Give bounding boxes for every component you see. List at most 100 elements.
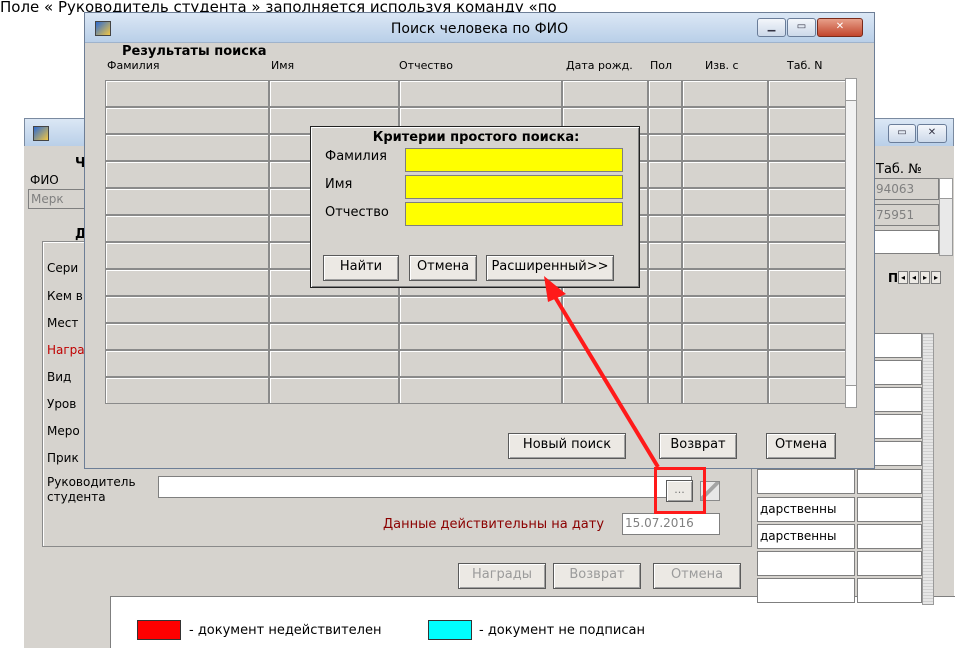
results-grid-cell[interactable] <box>105 269 269 296</box>
legend-red-swatch <box>137 620 181 640</box>
first-record-icon[interactable]: ◂ <box>898 271 908 284</box>
minimize-icon[interactable]: ▁ <box>757 18 786 37</box>
results-grid-cell[interactable] <box>105 350 269 377</box>
criteria-patronymic-label: Отчество <box>325 205 389 220</box>
maximize-icon[interactable]: ▭ <box>787 18 816 37</box>
results-grid-cell[interactable] <box>768 215 847 242</box>
results-grid-cell[interactable] <box>682 323 768 350</box>
criteria-cancel-button[interactable]: Отмена <box>409 255 477 281</box>
results-grid-cell[interactable] <box>648 188 682 215</box>
results-grid-cell[interactable] <box>768 242 847 269</box>
results-grid-cell[interactable] <box>768 134 847 161</box>
results-grid-cell[interactable] <box>768 188 847 215</box>
right-grid-cell[interactable] <box>857 469 922 494</box>
results-grid-cell[interactable] <box>269 296 399 323</box>
results-grid-cell[interactable] <box>682 107 768 134</box>
criteria-name-input[interactable] <box>405 175 623 199</box>
results-grid-cell[interactable] <box>682 215 768 242</box>
right-grid-cell[interactable] <box>857 551 922 576</box>
event-label: Меро <box>47 424 80 438</box>
criteria-patronymic-input[interactable] <box>405 202 623 226</box>
results-grid-cell[interactable] <box>648 80 682 107</box>
results-grid-cell[interactable] <box>682 242 768 269</box>
criteria-dialog: Критерии простого поиска: Фамилия Имя От… <box>310 126 640 288</box>
results-grid-cell[interactable] <box>562 80 648 107</box>
results-grid-cell[interactable] <box>105 377 269 404</box>
col-header-sex: Пол <box>650 59 673 72</box>
right-grid-cell[interactable] <box>857 497 922 522</box>
results-grid-cell[interactable] <box>768 377 847 404</box>
results-grid-cell[interactable] <box>768 107 847 134</box>
maximize-icon[interactable]: ▭ <box>888 124 916 143</box>
results-grid-cell[interactable] <box>682 377 768 404</box>
right-grid-cell[interactable] <box>757 469 855 494</box>
results-grid-cell[interactable] <box>105 134 269 161</box>
results-grid-cell[interactable] <box>648 215 682 242</box>
valid-date-field[interactable]: 15.07.2016 <box>622 513 720 535</box>
right-grid-cell[interactable] <box>857 578 922 603</box>
return-button-disabled[interactable]: Возврат <box>553 563 641 589</box>
results-grid-cell[interactable] <box>768 161 847 188</box>
level-label: Уров <box>47 397 77 411</box>
results-grid-cell[interactable] <box>269 80 399 107</box>
valid-date-value: 15.07.2016 <box>625 516 694 530</box>
state-cell-2[interactable]: дарственны <box>757 524 855 549</box>
results-grid-cell[interactable] <box>682 80 768 107</box>
results-grid-cell[interactable] <box>105 107 269 134</box>
results-scrollbar[interactable] <box>845 78 857 408</box>
tab-number-field-3[interactable] <box>873 230 939 254</box>
right-grid-cell[interactable] <box>757 551 855 576</box>
results-grid-cell[interactable] <box>768 80 847 107</box>
results-grid-cell[interactable] <box>105 296 269 323</box>
cancel-button-disabled[interactable]: Отмена <box>653 563 741 589</box>
results-grid-cell[interactable] <box>399 80 562 107</box>
last-record-icon[interactable]: ▸ <box>931 271 941 284</box>
supervisor-field[interactable] <box>158 476 692 498</box>
results-grid-cell[interactable] <box>648 134 682 161</box>
awards-button[interactable]: Награды <box>458 563 546 589</box>
results-grid-cell[interactable] <box>105 215 269 242</box>
results-grid-cell[interactable] <box>682 269 768 296</box>
results-grid-cell[interactable] <box>648 242 682 269</box>
results-grid-cell[interactable] <box>105 323 269 350</box>
results-grid-cell[interactable] <box>682 134 768 161</box>
results-grid-cell[interactable] <box>105 242 269 269</box>
results-grid-cell[interactable] <box>682 350 768 377</box>
right-grid-cell[interactable] <box>857 524 922 549</box>
results-grid-cell[interactable] <box>269 377 399 404</box>
results-grid-cell[interactable] <box>682 188 768 215</box>
results-grid-cell[interactable] <box>105 188 269 215</box>
results-scrollbar-down-icon[interactable] <box>846 385 856 407</box>
results-grid-cell[interactable] <box>648 161 682 188</box>
results-grid-cell[interactable] <box>269 323 399 350</box>
valid-date-label: Данные действительны на дату <box>383 517 605 532</box>
right-grid-scrollbar[interactable] <box>922 333 934 605</box>
return-button[interactable]: Возврат <box>659 433 737 459</box>
criteria-name-label: Имя <box>325 177 353 192</box>
results-grid-cell[interactable] <box>768 323 847 350</box>
results-scrollbar-up-icon[interactable] <box>846 79 856 101</box>
results-grid-cell[interactable] <box>682 161 768 188</box>
results-grid-cell[interactable] <box>768 269 847 296</box>
results-grid-cell[interactable] <box>768 296 847 323</box>
results-grid-cell[interactable] <box>269 350 399 377</box>
results-grid-cell[interactable] <box>682 296 768 323</box>
right-scrollbar-thumb[interactable] <box>940 179 952 199</box>
results-grid-cell[interactable] <box>105 80 269 107</box>
fio-field[interactable]: Мерк <box>28 189 88 209</box>
series-label: Сери <box>47 261 79 275</box>
results-grid-cell[interactable] <box>648 107 682 134</box>
find-button[interactable]: Найти <box>323 255 399 281</box>
tab-number-field-2[interactable]: 75951 <box>873 204 939 226</box>
right-grid-cell[interactable] <box>757 578 855 603</box>
criteria-surname-input[interactable] <box>405 148 623 172</box>
state-cell-1[interactable]: дарственны <box>757 497 855 522</box>
tab-number-field-1[interactable]: 94063 <box>873 178 939 200</box>
close-icon[interactable]: ✕ <box>917 124 947 143</box>
results-grid-cell[interactable] <box>768 350 847 377</box>
prev-record-icon[interactable]: ◂ <box>909 271 919 284</box>
next-record-icon[interactable]: ▸ <box>920 271 930 284</box>
close-icon[interactable]: ✕ <box>817 18 863 37</box>
search-cancel-button[interactable]: Отмена <box>766 433 836 459</box>
results-grid-cell[interactable] <box>105 161 269 188</box>
